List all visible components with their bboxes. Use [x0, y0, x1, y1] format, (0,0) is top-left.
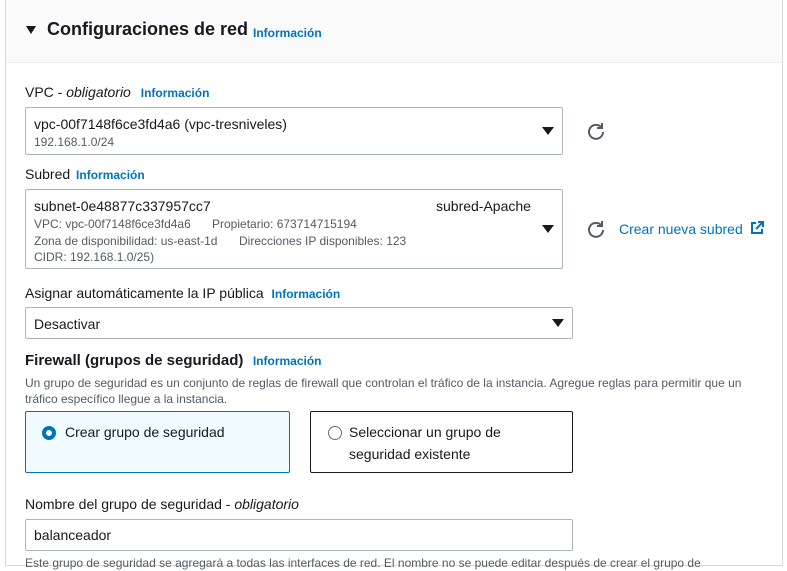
firewall-description: Un grupo de seguridad es un conjunto de …: [25, 375, 770, 407]
subnet-name: subred-Apache: [436, 198, 531, 214]
section-title: Configuraciones de red: [47, 19, 249, 39]
subnet-select[interactable]: subnet-0e48877c337957cc7 subred-Apache V…: [25, 189, 563, 269]
section-info-link[interactable]: Información: [253, 26, 322, 40]
chevron-down-icon: [542, 225, 554, 233]
radio-unselected-icon[interactable]: [328, 426, 342, 440]
sg-name-label: Nombre del grupo de seguridad - obligato…: [25, 496, 299, 512]
network-settings-panel: Configuraciones de red Información VPC -…: [5, 0, 783, 570]
sg-name-input[interactable]: balanceador: [25, 519, 573, 551]
radio-create-security-group[interactable]: Crear grupo de seguridad: [25, 411, 290, 473]
public-ip-value: Desactivar: [34, 316, 101, 332]
sg-name-required-text: obligatorio: [234, 496, 299, 512]
subnet-info-link[interactable]: Información: [76, 168, 145, 182]
public-ip-label: Asignar automáticamente la IP pública In…: [25, 285, 340, 301]
radio-selected-icon[interactable]: [42, 426, 56, 440]
vpc-select[interactable]: vpc-00f7148f6ce3fd4a6 (vpc-tresniveles) …: [25, 107, 563, 155]
section-header[interactable]: Configuraciones de red Información: [6, 0, 782, 63]
subnet-available-ips: Direcciones IP disponibles: 123: [239, 234, 407, 248]
subnet-label-text: Subred: [25, 166, 71, 182]
vpc-label: VPC - obligatorio Información: [25, 84, 209, 100]
subnet-id: subnet-0e48877c337957cc7: [34, 198, 211, 214]
public-ip-select[interactable]: Desactivar: [25, 307, 573, 339]
external-link-icon[interactable]: [750, 221, 765, 235]
create-subnet-link-text[interactable]: Crear nueva subred: [619, 221, 743, 237]
chevron-down-icon: [542, 127, 554, 135]
refresh-icon[interactable]: [586, 121, 606, 141]
caret-down-icon[interactable]: [26, 26, 36, 34]
radio-select-existing-group[interactable]: Seleccionar un grupo de seguridad existe…: [310, 411, 573, 473]
firewall-info-link[interactable]: Información: [253, 354, 322, 368]
sg-name-note: Este grupo de seguridad se agregará a to…: [25, 556, 701, 570]
create-subnet-link[interactable]: Crear nueva subred: [619, 221, 765, 239]
vpc-label-text: VPC -: [25, 84, 67, 100]
public-ip-label-text: Asignar automáticamente la IP pública: [25, 285, 264, 301]
firewall-description-line-1: Un grupo de seguridad es un conjunto de …: [25, 376, 742, 390]
vpc-info-link[interactable]: Información: [141, 86, 210, 100]
subnet-vpc: VPC: vpc-00f7148f6ce3fd4a6: [34, 217, 191, 231]
firewall-description-line-2: tráfico específico llegue a la instancia…: [25, 392, 228, 406]
select-existing-group-line-2: seguridad existente: [349, 446, 471, 462]
refresh-icon[interactable]: [586, 219, 606, 239]
firewall-title: Firewall (grupos de seguridad): [25, 352, 244, 369]
chevron-down-icon: [552, 319, 564, 327]
public-ip-info-link[interactable]: Información: [272, 287, 341, 301]
select-existing-group-label: Seleccionar un grupo de seguridad existe…: [349, 421, 501, 465]
subnet-label: Subred Información: [25, 166, 145, 182]
subnet-cidr: CIDR: 192.168.1.0/25): [34, 250, 155, 264]
firewall-heading: Firewall (grupos de seguridad) Informaci…: [25, 352, 322, 370]
subnet-owner: Propietario: 673714715194: [212, 217, 357, 231]
create-security-group-label: Crear grupo de seguridad: [65, 424, 225, 440]
vpc-required-text: obligatorio: [66, 84, 131, 100]
vpc-cidr: 192.168.1.0/24: [34, 135, 115, 149]
vpc-select-value: vpc-00f7148f6ce3fd4a6 (vpc-tresniveles): [34, 116, 287, 132]
sg-name-label-text: Nombre del grupo de seguridad -: [25, 496, 235, 512]
subnet-az: Zona de disponibilidad: us-east-1d: [34, 234, 218, 248]
select-existing-group-line-1: Seleccionar un grupo de: [349, 424, 501, 440]
